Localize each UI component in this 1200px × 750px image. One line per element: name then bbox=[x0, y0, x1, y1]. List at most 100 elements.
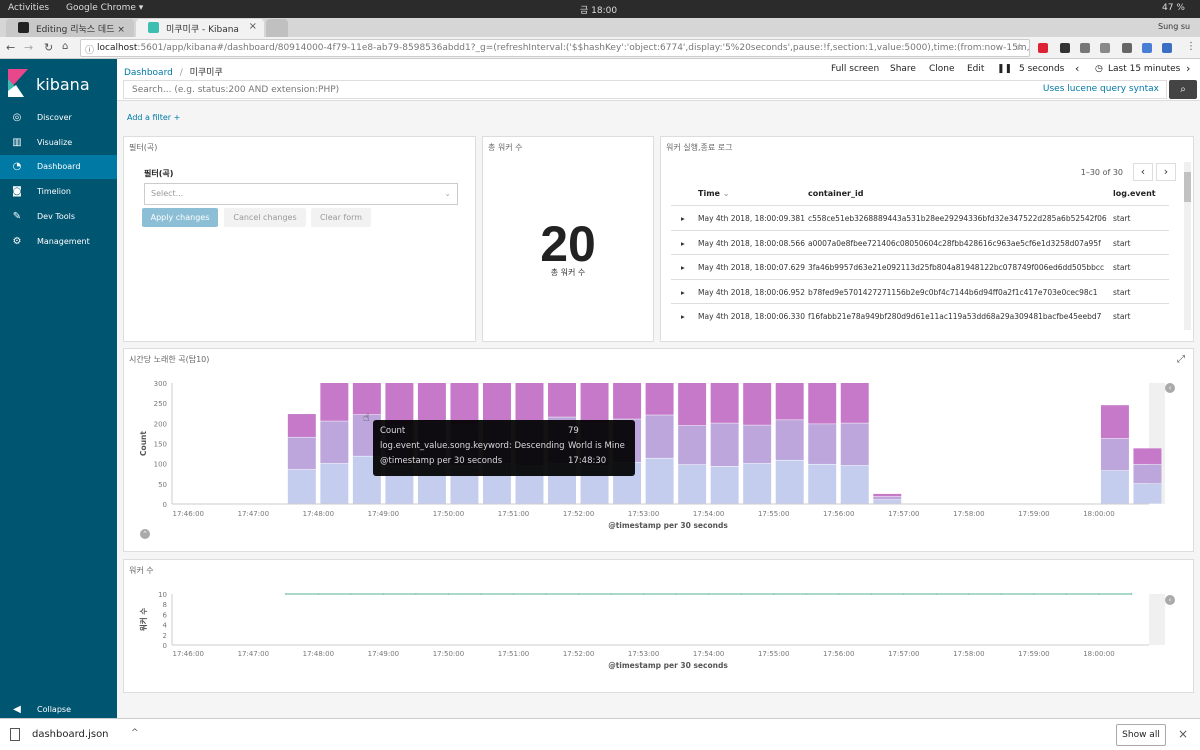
bar-segment[interactable] bbox=[678, 464, 707, 504]
sidebar-item-timelion[interactable]: ◙ Timelion bbox=[0, 180, 117, 204]
series-point[interactable] bbox=[903, 593, 905, 595]
table-scrollbar[interactable] bbox=[1184, 162, 1191, 330]
bar-segment[interactable] bbox=[352, 383, 381, 415]
bar-segment[interactable] bbox=[873, 493, 902, 497]
gmail-extension-icon[interactable] bbox=[1038, 43, 1048, 53]
expand-row-icon[interactable]: ▸ bbox=[681, 239, 685, 248]
bar-segment[interactable] bbox=[417, 383, 446, 422]
bar-segment[interactable] bbox=[320, 383, 349, 421]
tab-editing[interactable]: Editing 리눅스 데드 × bbox=[6, 19, 134, 37]
activities-button[interactable]: Activities bbox=[8, 3, 49, 13]
series-point[interactable] bbox=[317, 593, 320, 595]
sidebar-item-dev-tools[interactable]: ✎ Dev Tools bbox=[0, 205, 117, 229]
new-tab-button[interactable] bbox=[266, 19, 288, 37]
bar-segment[interactable] bbox=[1100, 470, 1129, 504]
bar-segment[interactable] bbox=[710, 466, 739, 504]
series-point[interactable] bbox=[870, 593, 873, 595]
bar-segment[interactable] bbox=[873, 499, 902, 504]
camera-extension-icon[interactable] bbox=[1100, 43, 1110, 53]
apply-changes-button[interactable]: Apply changes bbox=[142, 208, 218, 227]
bar-segment[interactable] bbox=[1100, 438, 1129, 471]
bar-segment[interactable] bbox=[1133, 483, 1162, 504]
cancel-changes-button[interactable]: Cancel changes bbox=[224, 208, 306, 227]
bar-segment[interactable] bbox=[515, 383, 544, 421]
lucene-syntax-link[interactable]: Uses lucene query syntax bbox=[1043, 84, 1159, 94]
expand-row-icon[interactable]: ▸ bbox=[681, 288, 685, 297]
series-point[interactable] bbox=[610, 593, 612, 595]
line-chart[interactable]: 0 2 4 6 8 10 17:46:00 17:47:00 17:48:00 17:49:00 1… bbox=[124, 560, 1193, 692]
column-header-container-id[interactable]: container_id bbox=[808, 189, 863, 198]
bar-segment[interactable] bbox=[873, 496, 902, 500]
bar-segment[interactable] bbox=[548, 383, 577, 417]
bar-segment[interactable] bbox=[775, 420, 804, 460]
scrollbar-thumb[interactable] bbox=[1184, 172, 1191, 202]
series-point[interactable] bbox=[772, 593, 775, 595]
bar-segment[interactable] bbox=[580, 383, 609, 423]
refresh-interval-button[interactable]: 5 seconds bbox=[1019, 64, 1064, 74]
bar-segment[interactable] bbox=[775, 383, 804, 420]
bar-segment[interactable] bbox=[320, 463, 349, 504]
table-row[interactable]: ▸ May 4th 2018, 18:00:07.629 3fa46b9957d63… bbox=[671, 254, 1169, 278]
time-picker-button[interactable]: Last 15 minutes bbox=[1108, 64, 1180, 74]
battery-status[interactable]: 47 % bbox=[1162, 3, 1185, 13]
bar-segment[interactable] bbox=[645, 415, 674, 458]
bar-segment[interactable] bbox=[645, 383, 674, 415]
series-point[interactable] bbox=[577, 593, 580, 595]
series-point[interactable] bbox=[675, 593, 677, 595]
sidebar-item-discover[interactable]: ◎ Discover bbox=[0, 106, 117, 130]
pause-icon[interactable]: ❚❚ bbox=[997, 64, 1012, 74]
series-point[interactable] bbox=[935, 593, 938, 595]
series-point[interactable] bbox=[642, 593, 645, 595]
sidebar-item-dashboard[interactable]: ◔ Dashboard bbox=[0, 155, 117, 180]
time-back-icon[interactable]: ‹ bbox=[1075, 62, 1079, 75]
show-all-button[interactable]: Show all bbox=[1116, 724, 1166, 746]
bar-segment[interactable] bbox=[645, 458, 674, 504]
bar-segment[interactable] bbox=[808, 464, 837, 504]
expand-row-icon[interactable]: ▸ bbox=[681, 263, 685, 272]
edit-button[interactable]: Edit bbox=[967, 64, 984, 74]
share-button[interactable]: Share bbox=[890, 64, 916, 74]
bar-segment[interactable] bbox=[450, 383, 479, 425]
table-row[interactable]: ▸ May 4th 2018, 18:00:06.330 f16fabb21e78a… bbox=[671, 303, 1169, 327]
series-point[interactable] bbox=[285, 593, 287, 595]
extension-icon[interactable] bbox=[1122, 43, 1132, 53]
series-point[interactable] bbox=[1000, 593, 1003, 595]
expand-row-icon[interactable]: ▸ bbox=[681, 312, 685, 321]
clone-button[interactable]: Clone bbox=[929, 64, 955, 74]
bar-segment[interactable] bbox=[743, 383, 772, 425]
series-point[interactable] bbox=[480, 593, 482, 595]
reload-icon[interactable]: ↻ bbox=[44, 41, 53, 54]
full-screen-button[interactable]: Full screen bbox=[831, 64, 879, 74]
series-point[interactable] bbox=[805, 593, 808, 595]
add-filter-link[interactable]: Add a filter + bbox=[127, 113, 180, 122]
url-field[interactable]: ⓘ localhost:5601/app/kibana#/dashboard/8… bbox=[80, 39, 1030, 57]
clear-form-button[interactable]: Clear form bbox=[311, 208, 371, 227]
bar-segment[interactable] bbox=[743, 463, 772, 504]
profile-name[interactable]: Sung su bbox=[1158, 22, 1190, 31]
search-input[interactable]: Search... (e.g. status:200 AND extension… bbox=[123, 80, 1167, 99]
extension-icon[interactable] bbox=[1142, 43, 1152, 53]
song-select[interactable]: Select... ⌄ bbox=[144, 183, 458, 205]
forward-icon[interactable]: → bbox=[24, 41, 33, 54]
bar-segment[interactable] bbox=[678, 425, 707, 465]
bar-segment[interactable] bbox=[840, 465, 869, 504]
bar-segment[interactable] bbox=[613, 383, 642, 419]
bar-segment[interactable] bbox=[287, 414, 316, 437]
search-button[interactable]: ⌕ bbox=[1169, 80, 1197, 99]
app-menu[interactable]: Google Chrome ▾ bbox=[66, 3, 143, 13]
collapse-legend-icon[interactable]: ⌃ bbox=[140, 529, 150, 539]
bar-segment[interactable] bbox=[1133, 464, 1162, 484]
bookmark-star-icon[interactable]: ☆ bbox=[1015, 42, 1024, 53]
bar-segment[interactable] bbox=[1133, 448, 1162, 464]
toggle-legend-icon[interactable]: ‹ bbox=[1165, 383, 1175, 393]
series-point[interactable] bbox=[1065, 593, 1068, 595]
series-point[interactable] bbox=[447, 593, 450, 595]
bar-segment[interactable] bbox=[287, 469, 316, 504]
table-row[interactable]: ▸ May 4th 2018, 18:00:06.952 b78fed9e57014… bbox=[671, 278, 1169, 303]
series-point[interactable] bbox=[382, 593, 385, 595]
tab-close-icon[interactable]: × bbox=[249, 21, 257, 32]
series-point[interactable] bbox=[350, 593, 352, 595]
sidebar-item-visualize[interactable]: ▥ Visualize bbox=[0, 131, 117, 155]
bar-segment[interactable] bbox=[808, 424, 837, 464]
time-forward-icon[interactable]: › bbox=[1186, 62, 1190, 75]
